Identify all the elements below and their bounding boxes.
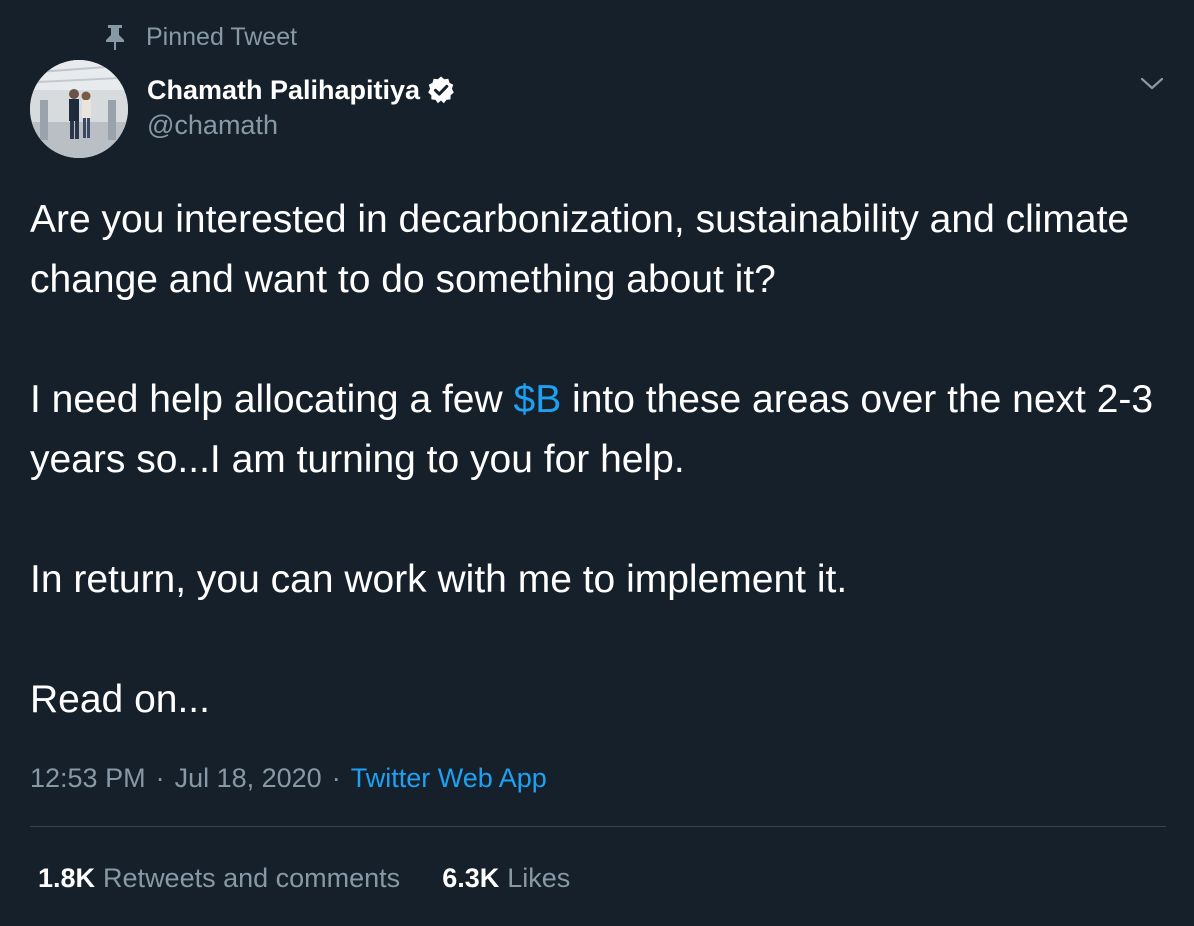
- tweet-card: Pinned Tweet Chamath Palihapitiya @chama…: [0, 0, 1194, 926]
- tweet-paragraph: Are you interested in decarbonization, s…: [30, 198, 1130, 301]
- source-link[interactable]: Twitter Web App: [351, 763, 547, 794]
- tweet-text-segment: I need help allocating a few: [30, 378, 514, 421]
- likes-stat[interactable]: 6.3K Likes: [442, 863, 570, 894]
- separator: ·: [331, 762, 341, 793]
- tweet-paragraph: In return, you can work with me to imple…: [30, 558, 848, 601]
- author-name-row[interactable]: Chamath Palihapitiya: [147, 72, 456, 108]
- tweet-paragraph: I need help allocating a few $B into the…: [30, 370, 1170, 490]
- tweet-date[interactable]: Jul 18, 2020: [175, 763, 322, 794]
- retweets-stat[interactable]: 1.8K Retweets and comments: [38, 863, 400, 894]
- pinned-tweet-indicator: Pinned Tweet: [104, 22, 297, 52]
- likes-label: Likes: [507, 862, 571, 893]
- separator: ·: [155, 762, 165, 793]
- tweet-metadata: 12:53 PM · Jul 18, 2020 · Twitter Web Ap…: [30, 758, 547, 798]
- author-name[interactable]: Chamath Palihapitiya: [147, 75, 420, 106]
- retweets-label: Retweets and comments: [103, 862, 401, 893]
- tweet-paragraph: Read on...: [30, 678, 210, 721]
- pin-icon: [104, 23, 126, 51]
- likes-count: 6.3K: [442, 862, 500, 893]
- author-handle[interactable]: @chamath: [147, 110, 278, 141]
- retweets-count: 1.8K: [38, 862, 96, 893]
- cashtag-link[interactable]: $B: [514, 378, 562, 421]
- tweet-text: Are you interested in decarbonization, s…: [30, 190, 1170, 730]
- avatar[interactable]: [30, 60, 128, 158]
- verified-badge-icon: [426, 75, 456, 105]
- tweet-time[interactable]: 12:53 PM: [30, 763, 146, 794]
- pinned-label: Pinned Tweet: [146, 22, 298, 51]
- chevron-down-icon[interactable]: [1138, 74, 1166, 94]
- tweet-stats: 1.8K Retweets and comments 6.3K Likes: [38, 858, 612, 898]
- divider: [30, 826, 1166, 827]
